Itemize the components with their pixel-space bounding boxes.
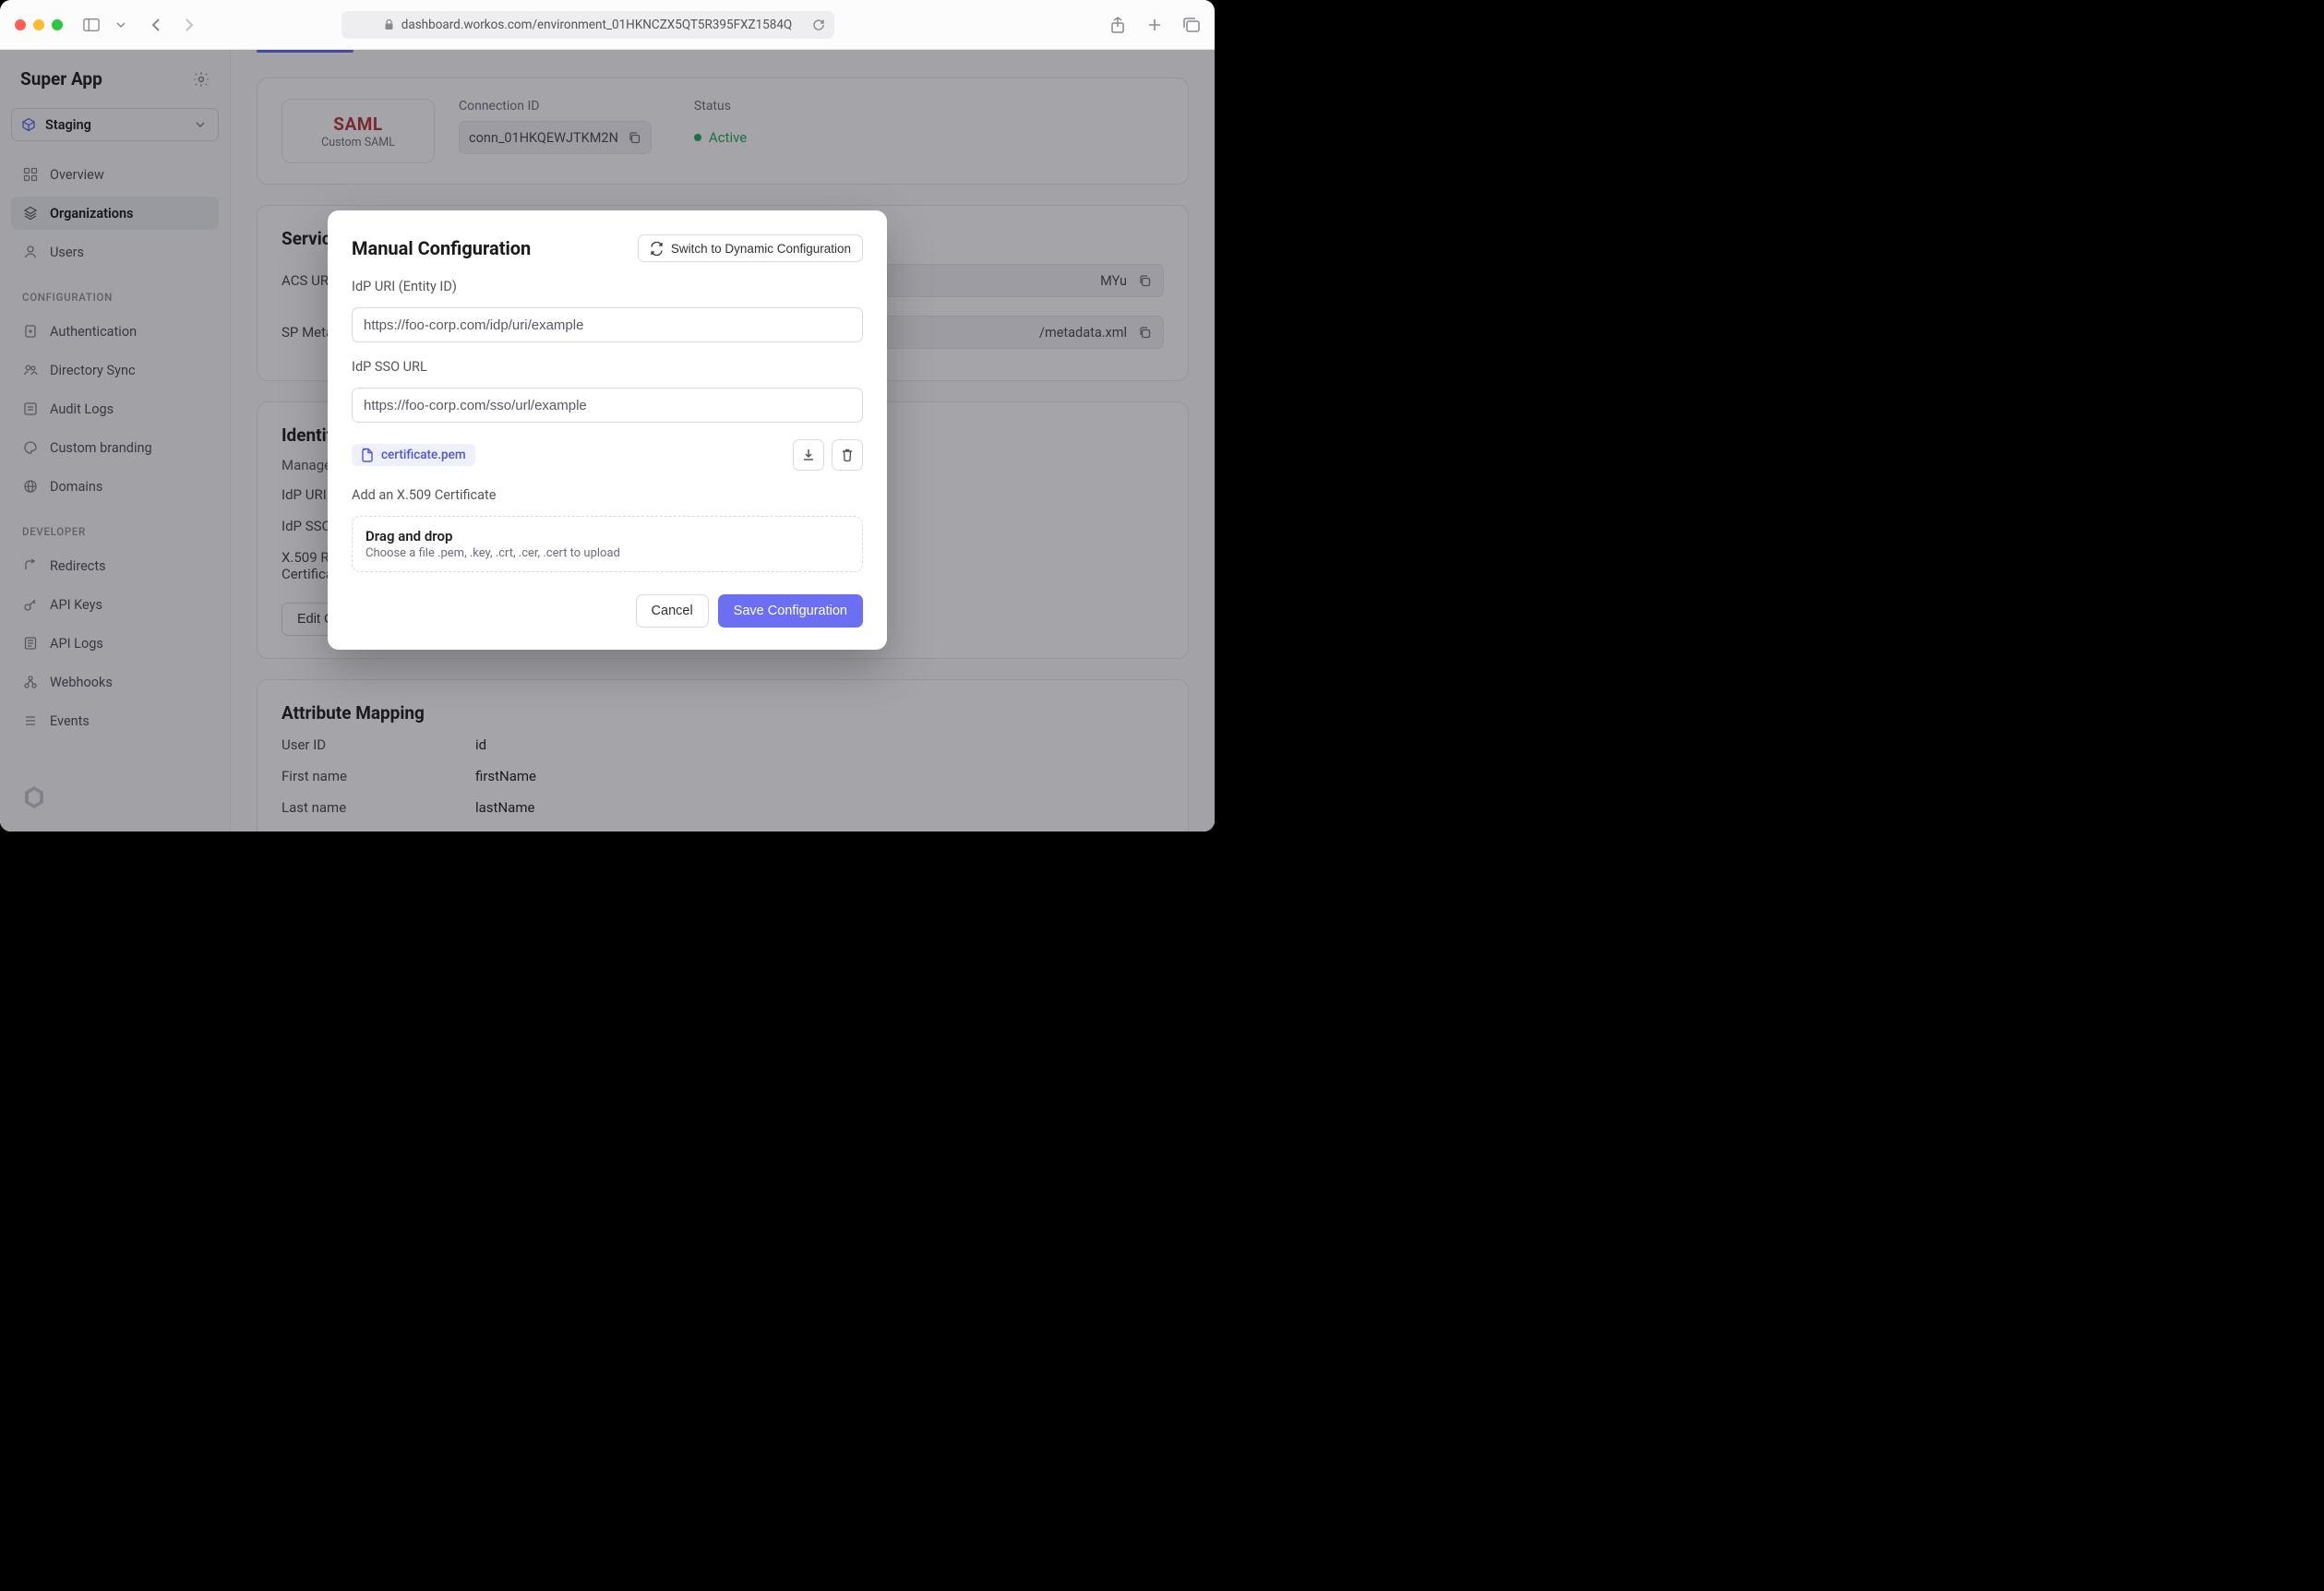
browser-toolbar: dashboard.workos.com/environment_01HKNCZ… — [0, 0, 1215, 50]
manual-configuration-modal: Manual Configuration Switch to Dynamic C… — [328, 210, 887, 650]
back-icon[interactable] — [148, 17, 164, 33]
idp-uri-label: IdP URI (Entity ID) — [352, 279, 863, 294]
idp-uri-input[interactable] — [352, 307, 863, 342]
switch-icon — [650, 242, 664, 256]
browser-window: dashboard.workos.com/environment_01HKNCZ… — [0, 0, 1215, 831]
certificate-chip[interactable]: certificate.pem — [352, 444, 475, 466]
trash-icon — [840, 448, 855, 462]
idp-sso-input[interactable] — [352, 388, 863, 423]
lock-icon — [384, 18, 394, 30]
window-minimize[interactable] — [33, 19, 44, 30]
url-bar[interactable]: dashboard.workos.com/environment_01HKNCZ… — [341, 11, 834, 39]
forward-icon — [181, 17, 198, 33]
traffic-lights — [15, 19, 63, 30]
share-icon[interactable] — [1109, 17, 1126, 33]
add-cert-label: Add an X.509 Certificate — [352, 487, 863, 503]
tabs-icon[interactable] — [1183, 17, 1200, 33]
dropzone-title: Drag and drop — [365, 528, 849, 544]
save-configuration-button[interactable]: Save Configuration — [718, 594, 863, 628]
sidebar-toggle-icon[interactable] — [83, 17, 100, 33]
url-text: dashboard.workos.com/environment_01HKNCZ… — [401, 18, 792, 32]
download-icon — [801, 448, 816, 462]
refresh-icon[interactable] — [812, 18, 825, 31]
download-certificate-button[interactable] — [793, 439, 824, 471]
certificate-dropzone[interactable]: Drag and drop Choose a file .pem, .key, … — [352, 516, 863, 572]
window-zoom[interactable] — [52, 19, 63, 30]
file-icon — [361, 448, 374, 462]
chevron-down-icon[interactable] — [113, 17, 129, 33]
dropzone-subtitle: Choose a file .pem, .key, .crt, .cer, .c… — [365, 546, 849, 560]
switch-to-dynamic-button[interactable]: Switch to Dynamic Configuration — [638, 234, 863, 262]
idp-sso-label: IdP SSO URL — [352, 359, 863, 375]
delete-certificate-button[interactable] — [832, 439, 863, 471]
modal-title: Manual Configuration — [352, 237, 531, 259]
cancel-button[interactable]: Cancel — [636, 594, 709, 628]
new-tab-icon[interactable] — [1146, 17, 1163, 33]
app-body: Super App Staging Overview — [0, 50, 1215, 831]
modal-overlay[interactable]: Manual Configuration Switch to Dynamic C… — [0, 50, 1215, 831]
window-close[interactable] — [15, 19, 26, 30]
